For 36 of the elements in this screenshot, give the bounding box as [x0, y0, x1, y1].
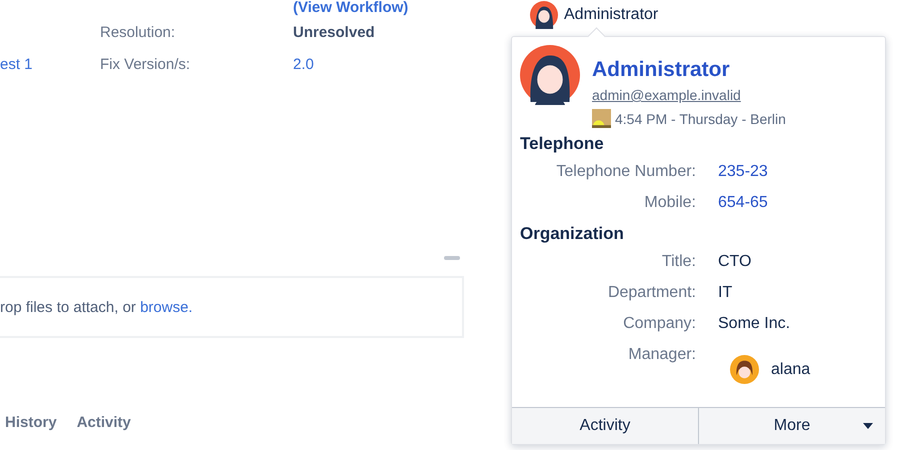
field-label: Fix Version/s: — [100, 56, 192, 72]
field-label: Title: — [660, 252, 696, 272]
field-label: Manager: — [627, 345, 696, 365]
field-label: Telephone Number: — [555, 162, 696, 182]
user-name[interactable]: Administrator — [564, 6, 658, 24]
activity-button[interactable]: Activity — [512, 408, 698, 444]
field-value: CTO — [718, 252, 752, 272]
field-label: Company: — [622, 314, 696, 334]
avatar-icon[interactable] — [730, 355, 759, 384]
workflow-link[interactable]: (View Workflow) — [293, 0, 493, 16]
avatar-icon[interactable] — [530, 1, 558, 29]
drop-zone-text: rop files to attach, or browse. — [0, 298, 193, 316]
tab[interactable]: History — [5, 414, 57, 431]
field-label: Department: — [606, 283, 696, 303]
field-value[interactable]: 2.0 — [293, 56, 314, 72]
field-value: Some Inc. — [718, 314, 792, 334]
link[interactable]: est 1 — [0, 56, 33, 72]
profile-name[interactable]: Administrator — [592, 55, 786, 85]
local-time: 4:54 PM - Thursday - Berlin — [615, 110, 786, 126]
phone-link[interactable]: 235-23 — [718, 156, 885, 187]
field-value: IT — [718, 283, 734, 303]
more-dropdown-button[interactable]: More — [698, 408, 885, 444]
sunset-icon — [592, 109, 611, 128]
field-label: Mobile: — [643, 193, 696, 213]
caret-icon — [863, 423, 873, 429]
tab[interactable]: Activity — [76, 414, 131, 431]
field-value: Unresolved — [293, 24, 375, 40]
phone-link[interactable]: 654-65 — [718, 187, 885, 218]
email-link[interactable]: admin@example.invalid — [592, 85, 786, 105]
browse-link[interactable]: browse. — [140, 298, 193, 316]
drop-zone[interactable]: rop files to attach, or browse. — [0, 276, 464, 338]
section-title: Telephone — [519, 133, 605, 155]
manager-name[interactable]: alana — [771, 354, 810, 385]
section-title: Organization — [519, 223, 625, 245]
avatar-icon — [520, 45, 580, 105]
field-label: Resolution: — [100, 24, 176, 40]
